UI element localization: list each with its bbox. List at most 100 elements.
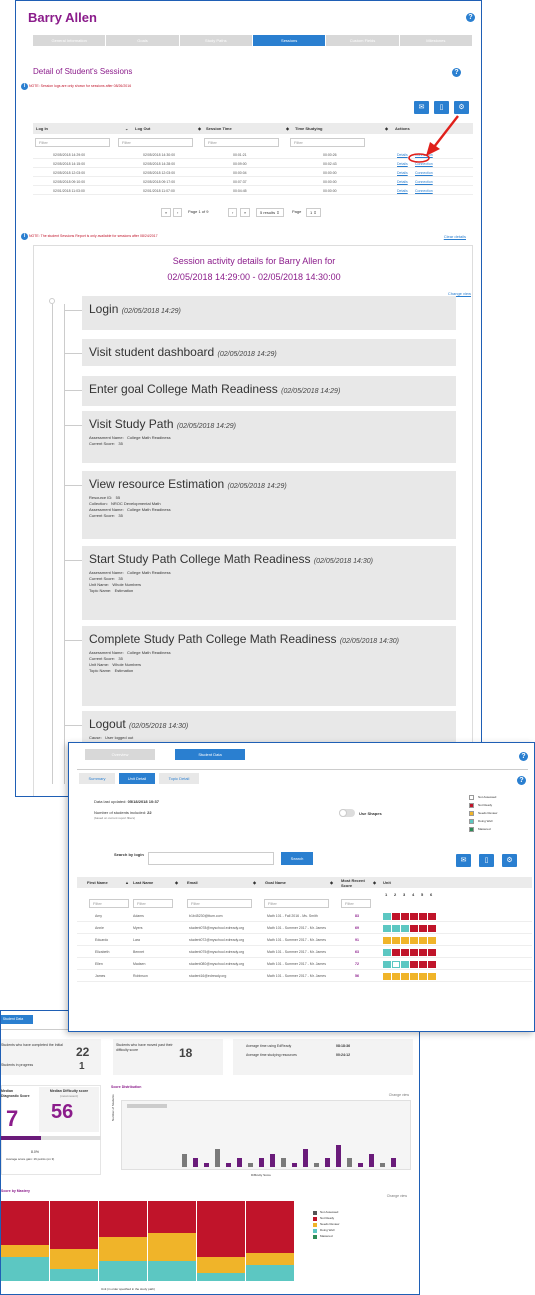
mastery-cell[interactable] [401, 973, 409, 980]
col-email[interactable]: Email [187, 877, 198, 888]
filter-log-in[interactable]: Filter [35, 138, 110, 147]
subtab-unit-detail[interactable]: Unit Detail [119, 773, 155, 784]
mastery-cell[interactable] [392, 961, 400, 968]
mastery-cell[interactable] [401, 937, 409, 944]
change-view-link[interactable]: Change view [389, 1093, 409, 1097]
page-select[interactable]: 1 ⇕ [306, 208, 321, 217]
mastery-cell[interactable] [410, 913, 418, 920]
tab-goals[interactable]: Goals [106, 35, 180, 46]
filter-first-name[interactable]: Filter [89, 899, 129, 908]
col-first-name[interactable]: First Name [87, 877, 108, 888]
mastery-cell[interactable] [419, 949, 427, 956]
col-time-studying[interactable]: Time Studying [295, 123, 322, 134]
tab-student-data[interactable]: Student Data [175, 749, 245, 760]
score-cell[interactable]: 63 [355, 947, 359, 958]
tab-student-data[interactable]: Student Data [1, 1015, 33, 1024]
col-log-out[interactable]: Log Out [135, 123, 150, 134]
mastery-cell[interactable] [419, 913, 427, 920]
filter-last-name[interactable]: Filter [133, 899, 173, 908]
mastery-cell[interactable] [383, 961, 391, 968]
connection-link[interactable]: Connection [415, 161, 433, 168]
settings-button[interactable]: ⚙ [454, 101, 469, 114]
tab-study-paths[interactable]: Study Paths [179, 35, 253, 46]
score-cell[interactable]: 56 [355, 971, 359, 982]
sort-icon[interactable]: ⌄ [125, 123, 128, 134]
next-page-button[interactable]: › [228, 208, 238, 217]
mastery-cell[interactable] [410, 973, 418, 980]
help-icon[interactable]: ? [519, 752, 528, 761]
clear-details-link[interactable]: Clear details [444, 234, 466, 239]
mastery-cell[interactable] [428, 973, 436, 980]
mastery-cell[interactable] [428, 937, 436, 944]
mastery-cell[interactable] [419, 961, 427, 968]
search-input[interactable] [148, 852, 274, 865]
connection-link[interactable]: Connection [415, 170, 433, 177]
mastery-cell[interactable] [383, 949, 391, 956]
connection-link[interactable]: Connection [415, 179, 433, 186]
mastery-cell[interactable] [392, 949, 400, 956]
settings-button[interactable]: ⚙ [502, 854, 517, 867]
col-session-time[interactable]: Session Time [206, 123, 232, 134]
score-cell[interactable]: 72 [355, 959, 359, 970]
prev-page-button[interactable]: ‹ [173, 208, 183, 217]
tab-custom-fields[interactable]: Custom Fields [326, 35, 400, 46]
bookmark-button[interactable]: ▯ [479, 854, 494, 867]
col-log-in[interactable]: Log In [36, 123, 48, 134]
details-link[interactable]: Details [397, 188, 408, 195]
mastery-cell[interactable] [410, 937, 418, 944]
mastery-cell[interactable] [410, 961, 418, 968]
email-button[interactable]: ✉ [414, 101, 429, 114]
mastery-cell[interactable] [401, 949, 409, 956]
mastery-cell[interactable] [410, 925, 418, 932]
email-button[interactable]: ✉ [456, 854, 471, 867]
details-link[interactable]: Details [397, 161, 408, 168]
col-last-name[interactable]: Last Name [133, 877, 153, 888]
sort-icon[interactable]: ◆ [198, 123, 201, 134]
mastery-cell[interactable] [428, 913, 436, 920]
sort-icon[interactable]: ◆ [175, 877, 178, 888]
sort-icon[interactable]: ◆ [253, 877, 256, 888]
help-icon[interactable]: ? [517, 776, 526, 785]
last-page-button[interactable]: » [240, 208, 251, 217]
mastery-cell[interactable] [383, 913, 391, 920]
bookmark-button[interactable]: ▯ [434, 101, 449, 114]
mastery-cell[interactable] [392, 925, 400, 932]
mastery-cell[interactable] [392, 937, 400, 944]
mastery-cell[interactable] [428, 949, 436, 956]
mastery-cell[interactable] [428, 961, 436, 968]
connection-link[interactable]: Connection [415, 152, 433, 159]
mastery-cell[interactable] [419, 925, 427, 932]
connection-link[interactable]: Connection [415, 188, 433, 195]
mastery-cell[interactable] [410, 949, 418, 956]
mastery-cell[interactable] [383, 937, 391, 944]
score-cell[interactable]: 83 [355, 911, 359, 922]
score-cell[interactable]: 69 [355, 923, 359, 934]
first-page-button[interactable]: « [161, 208, 172, 217]
results-per-page-select[interactable]: 5 results ⇕ [256, 208, 284, 217]
subtab-summary[interactable]: Summary [79, 773, 115, 784]
mastery-cell[interactable] [383, 925, 391, 932]
filter-email[interactable]: Filter [187, 899, 252, 908]
help-icon[interactable]: ? [452, 68, 461, 77]
tab-milestones[interactable]: Milestones [399, 35, 473, 46]
filter-time-studying[interactable]: Filter [290, 138, 365, 147]
sort-icon[interactable]: ◆ [385, 123, 388, 134]
tab-overview[interactable]: Overview [85, 749, 155, 760]
filter-session-time[interactable]: Filter [204, 138, 279, 147]
col-most-recent-score[interactable]: Most Recent Score [341, 877, 369, 888]
mastery-cell[interactable] [392, 973, 400, 980]
mastery-cell[interactable] [419, 937, 427, 944]
details-link[interactable]: Details [397, 170, 408, 177]
mastery-cell[interactable] [428, 925, 436, 932]
details-link[interactable]: Details [397, 179, 408, 186]
subtab-topic-detail[interactable]: Topic Detail [159, 773, 199, 784]
mastery-cell[interactable] [401, 925, 409, 932]
mastery-cell[interactable] [419, 973, 427, 980]
mastery-cell[interactable] [392, 913, 400, 920]
tab-sessions[interactable]: Sessions [252, 35, 327, 46]
score-cell[interactable]: 91 [355, 935, 359, 946]
col-goal-name[interactable]: Goal Name [265, 877, 286, 888]
change-view-link[interactable]: Change view [387, 1194, 407, 1198]
sort-icon[interactable]: ◆ [373, 877, 376, 888]
mastery-cell[interactable] [401, 961, 409, 968]
